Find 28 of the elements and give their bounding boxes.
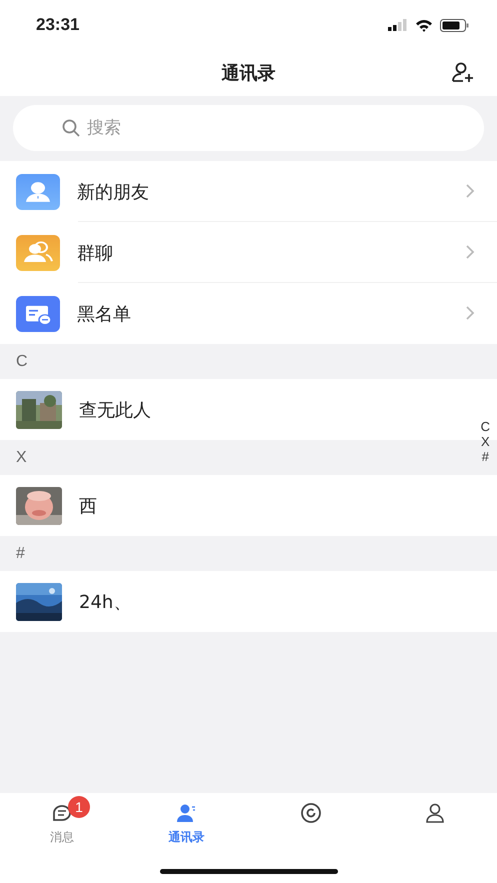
tab[interactable]: 1 消息 xyxy=(0,793,124,883)
shortcut-item[interactable]: 黑名单 xyxy=(0,283,497,344)
battery-icon xyxy=(440,18,469,32)
wifi-icon xyxy=(415,18,433,32)
blocked-list-icon xyxy=(16,296,60,332)
search-field[interactable]: 搜索 xyxy=(13,105,484,151)
status-time: 23:31 xyxy=(36,15,80,35)
index-letter[interactable]: # xyxy=(480,449,491,464)
index-letter[interactable]: C xyxy=(478,419,492,434)
chevron-icon xyxy=(465,305,475,321)
contact-item[interactable]: 24h、 xyxy=(0,571,497,632)
signal-icon xyxy=(388,19,408,31)
smiley-icon xyxy=(298,801,323,825)
unread-badge: 1 xyxy=(68,796,90,818)
shortcut-item[interactable]: 新的朋友 xyxy=(0,161,497,222)
tab[interactable]: 通讯录 xyxy=(124,793,248,883)
chevron-icon xyxy=(465,183,475,199)
contact-item[interactable]: 西 xyxy=(0,475,497,536)
section-letter: # xyxy=(16,544,25,562)
section-letter: X xyxy=(16,448,27,466)
person-icon xyxy=(16,174,60,210)
section-letter: C xyxy=(16,352,28,370)
add-friend-button[interactable] xyxy=(451,61,475,85)
chevron-icon xyxy=(465,244,475,260)
shortcut-item[interactable]: 群聊 xyxy=(0,222,497,283)
add-person-icon xyxy=(451,61,475,85)
group-icon xyxy=(16,234,60,270)
page-title: 通讯录 xyxy=(222,62,276,85)
